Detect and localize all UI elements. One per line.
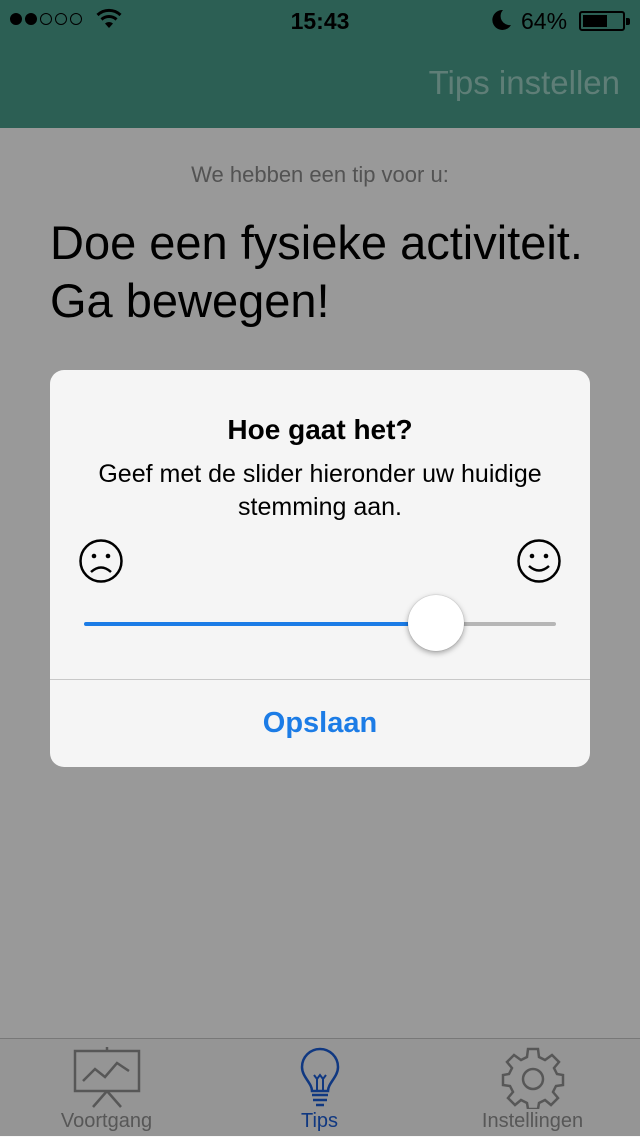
mood-slider-thumb[interactable] (408, 595, 465, 651)
happy-face-icon (517, 539, 561, 583)
mood-slider-track-filled[interactable] (84, 622, 437, 626)
sad-face-icon (79, 539, 123, 583)
alert-title: Hoe gaat het? (227, 414, 413, 445)
alert-message: Geef met de slider hieronder uw huidige … (98, 460, 542, 521)
save-button[interactable]: Opslaan (50, 680, 590, 767)
mood-alert-dialog: Hoe gaat het? Geef met de slider hierond… (50, 370, 590, 767)
